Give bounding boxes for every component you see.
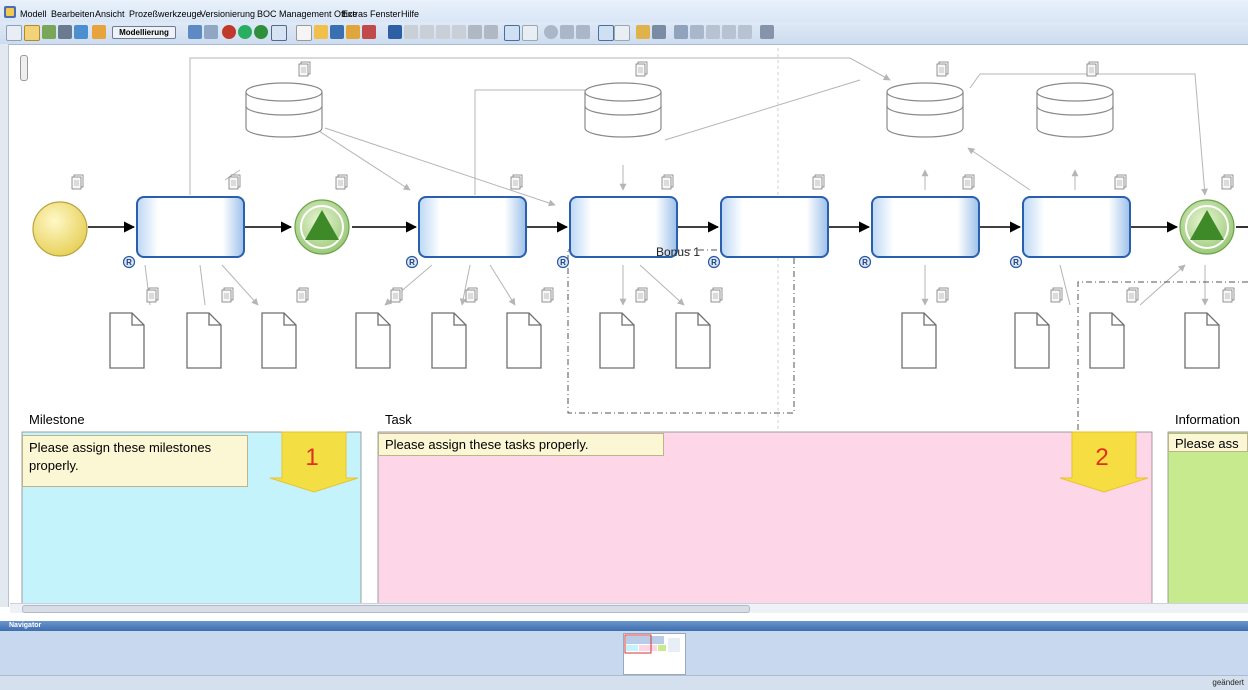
document-object-icon[interactable] bbox=[675, 312, 711, 369]
document-icon bbox=[541, 287, 554, 303]
process-task[interactable] bbox=[871, 196, 980, 258]
database-icon[interactable] bbox=[584, 82, 662, 138]
note-information[interactable]: Please ass bbox=[1168, 433, 1248, 452]
database-icon[interactable] bbox=[1036, 82, 1114, 138]
process-task[interactable] bbox=[720, 196, 829, 258]
document-icon bbox=[812, 174, 825, 190]
document-object-icon[interactable] bbox=[506, 312, 542, 369]
document-icon bbox=[635, 61, 648, 77]
document-object-icon[interactable] bbox=[186, 312, 222, 369]
document-object-icon[interactable] bbox=[1184, 312, 1220, 369]
lane-title-task: Task bbox=[385, 412, 412, 427]
scrollbar-thumb[interactable] bbox=[22, 605, 750, 613]
document-icon bbox=[1050, 287, 1063, 303]
document-icon bbox=[390, 287, 403, 303]
lane-title-information: Information bbox=[1175, 412, 1241, 427]
lane-information-area[interactable] bbox=[1167, 431, 1248, 605]
document-icon bbox=[1222, 287, 1235, 303]
milestone-event[interactable] bbox=[294, 199, 350, 255]
database-icon[interactable] bbox=[245, 82, 323, 138]
note-tasks[interactable]: Please assign these tasks properly. bbox=[378, 433, 664, 456]
responsibility-marker-icon bbox=[556, 255, 570, 269]
document-icon bbox=[146, 287, 159, 303]
document-object-icon[interactable] bbox=[355, 312, 391, 369]
document-object-icon[interactable] bbox=[261, 312, 297, 369]
document-icon bbox=[1221, 174, 1234, 190]
group-label: Bonus 1 bbox=[656, 245, 700, 259]
document-object-icon[interactable] bbox=[1014, 312, 1050, 369]
document-icon bbox=[710, 287, 723, 303]
document-icon bbox=[221, 287, 234, 303]
document-object-icon[interactable] bbox=[901, 312, 937, 369]
lane-title-milestone: Milestone bbox=[29, 412, 85, 427]
lane-task-area[interactable] bbox=[377, 431, 1153, 605]
document-object-icon[interactable] bbox=[431, 312, 467, 369]
status-text: geändert bbox=[1212, 678, 1244, 687]
document-icon bbox=[962, 174, 975, 190]
step-number-2: 2 bbox=[1095, 444, 1108, 471]
model-canvas[interactable]: R Bonus 1 1 2 bbox=[0, 0, 1248, 689]
step-number-1: 1 bbox=[305, 444, 318, 471]
responsibility-marker-icon bbox=[707, 255, 721, 269]
document-icon bbox=[1114, 174, 1127, 190]
document-icon bbox=[661, 174, 674, 190]
navigator-title: Navigator bbox=[0, 621, 1248, 631]
responsibility-marker-icon bbox=[405, 255, 419, 269]
responsibility-marker-icon bbox=[1009, 255, 1023, 269]
process-task[interactable] bbox=[136, 196, 245, 258]
document-icon bbox=[296, 287, 309, 303]
note-milestones[interactable]: Please assign these milestones properly. bbox=[22, 435, 248, 487]
document-icon bbox=[1086, 61, 1099, 77]
document-object-icon[interactable] bbox=[109, 312, 145, 369]
document-icon bbox=[510, 174, 523, 190]
document-icon bbox=[936, 61, 949, 77]
status-bar: geändert bbox=[0, 675, 1248, 690]
navigator-thumbnail[interactable] bbox=[623, 633, 686, 675]
responsibility-marker-icon bbox=[858, 255, 872, 269]
document-icon bbox=[936, 287, 949, 303]
document-icon bbox=[335, 174, 348, 190]
document-object-icon[interactable] bbox=[1089, 312, 1125, 369]
database-icon[interactable] bbox=[886, 82, 964, 138]
process-task[interactable] bbox=[418, 196, 527, 258]
document-icon bbox=[298, 61, 311, 77]
navigator-preview-icon bbox=[624, 634, 680, 654]
document-icon bbox=[1126, 287, 1139, 303]
document-icon bbox=[635, 287, 648, 303]
process-task[interactable] bbox=[1022, 196, 1131, 258]
document-object-icon[interactable] bbox=[599, 312, 635, 369]
horizontal-scrollbar[interactable] bbox=[10, 603, 1248, 613]
document-icon bbox=[71, 174, 84, 190]
responsibility-marker-icon bbox=[122, 255, 136, 269]
document-icon bbox=[465, 287, 478, 303]
document-icon bbox=[228, 174, 241, 190]
start-event[interactable] bbox=[32, 201, 88, 257]
milestone-event[interactable] bbox=[1179, 199, 1235, 255]
